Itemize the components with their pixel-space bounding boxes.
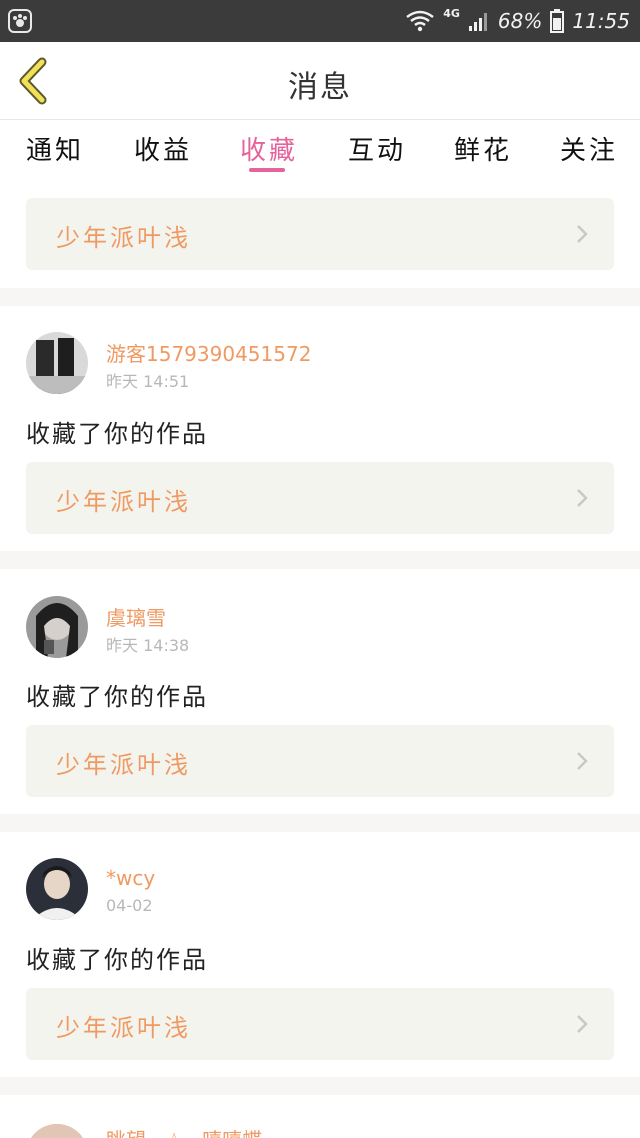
clock: 11:55 [572,9,630,33]
work-link[interactable]: 少年派叶浅 [26,198,614,270]
work-title: 少年派叶浅 [56,751,191,779]
signal-icon [468,13,487,31]
avatar[interactable] [26,596,88,658]
timestamp: 昨天 14:38 [106,636,190,655]
tab-flowers[interactable]: 鲜花 [454,130,512,167]
work-link[interactable]: 少年派叶浅 [26,988,614,1060]
username[interactable]: 游客1579390451572 [106,338,311,367]
tab-favorites[interactable]: 收藏 [240,130,298,167]
work-link[interactable]: 少年派叶浅 [26,725,614,797]
divider [0,551,640,569]
tab-earnings[interactable]: 收益 [134,130,192,167]
chevron-right-icon [577,1015,588,1033]
network-type: 4G [443,6,460,20]
avatar[interactable] [26,1124,88,1138]
battery-icon [550,9,565,33]
tab-interactions[interactable]: 互动 [348,130,406,167]
avatar[interactable] [26,332,88,394]
wifi-icon [406,10,434,32]
header-bar: 消息 [0,42,640,120]
tab-following[interactable]: 关注 [560,130,618,167]
username[interactable]: *wcy [106,866,155,890]
divider [0,1077,640,1095]
page-title: 消息 [288,70,352,105]
timestamp: 昨天 14:51 [106,372,190,391]
timestamp: 04-02 [106,896,153,915]
action-text: 收藏了你的作品 [26,683,208,711]
status-bar: 4G 68% 11:55 [0,0,640,42]
divider [0,288,640,306]
tab-bar: 通知 收益 收藏 互动 鲜花 关注 [0,120,640,178]
chevron-right-icon [577,489,588,507]
avatar[interactable] [26,858,88,920]
active-tab-indicator [249,168,285,172]
action-text: 收藏了你的作品 [26,946,208,974]
action-text: 收藏了你的作品 [26,420,208,448]
work-title: 少年派叶浅 [56,1014,191,1042]
work-link[interactable]: 少年派叶浅 [26,462,614,534]
divider [0,814,640,832]
chevron-right-icon [577,225,588,243]
username[interactable]: 虞璃雪 [106,602,166,631]
tab-notifications[interactable]: 通知 [26,130,84,167]
battery-percent: 68% [497,9,543,33]
work-title: 少年派叶浅 [56,224,191,252]
app-icon [8,9,32,33]
username[interactable]: 眺望 · ☆ · 嘻嘻蝶 [106,1124,262,1138]
work-title: 少年派叶浅 [56,488,191,516]
chevron-right-icon [577,752,588,770]
